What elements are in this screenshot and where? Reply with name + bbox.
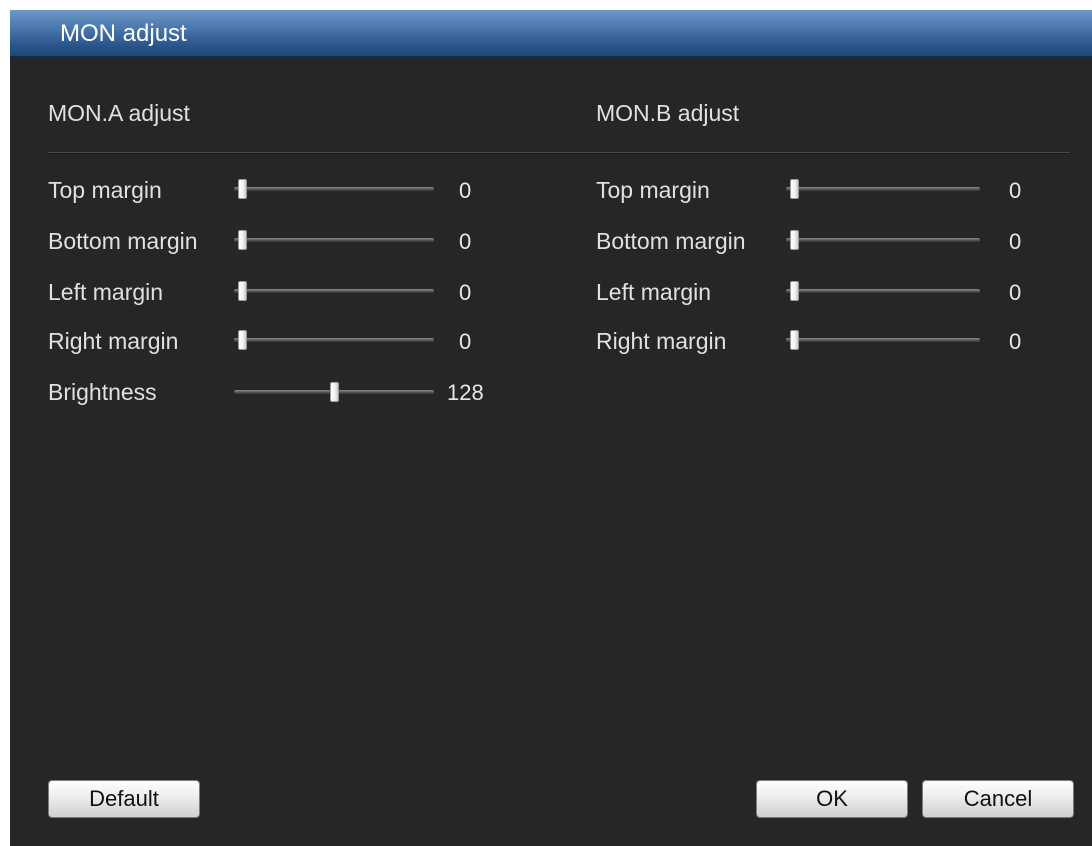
mon-b-heading: MON.B adjust bbox=[596, 100, 740, 126]
mon-a-brightness-slider[interactable] bbox=[234, 382, 434, 404]
mon-a-bottom-margin-label: Bottom margin bbox=[48, 228, 198, 254]
section-divider bbox=[48, 152, 1070, 154]
mon-b-right-margin-value: 0 bbox=[1009, 329, 1022, 354]
mon-b-left-margin-label: Left margin bbox=[596, 279, 712, 305]
mon-b-right-margin-label: Right margin bbox=[596, 328, 727, 354]
mon-a-bottom-margin-value: 0 bbox=[459, 229, 472, 254]
mon-a-brightness-value: 128 bbox=[447, 380, 484, 405]
slider-track bbox=[234, 187, 434, 191]
mon-b-left-margin-slider[interactable] bbox=[786, 281, 980, 303]
slider-thumb[interactable] bbox=[790, 330, 799, 350]
cancel-button[interactable]: Cancel bbox=[922, 780, 1074, 818]
mon-a-left-margin-value: 0 bbox=[459, 280, 472, 305]
mon-b-bottom-margin-slider[interactable] bbox=[786, 230, 980, 252]
slider-thumb[interactable] bbox=[790, 179, 799, 199]
mon-a-right-margin-label: Right margin bbox=[48, 328, 179, 354]
mon-a-top-margin-label: Top margin bbox=[48, 177, 162, 203]
slider-thumb[interactable] bbox=[790, 230, 799, 250]
mon-b-bottom-margin-label: Bottom margin bbox=[596, 228, 746, 254]
slider-thumb[interactable] bbox=[238, 281, 247, 301]
slider-track bbox=[234, 238, 434, 242]
mon-b-top-margin-value: 0 bbox=[1009, 178, 1022, 203]
mon-a-bottom-margin-slider[interactable] bbox=[234, 230, 434, 252]
mon-a-left-margin-label: Left margin bbox=[48, 279, 164, 305]
mon-b-left-margin-value: 0 bbox=[1009, 280, 1022, 305]
mon-a-heading: MON.A adjust bbox=[48, 100, 190, 126]
slider-thumb[interactable] bbox=[790, 281, 799, 301]
title-bar: MON adjust bbox=[10, 10, 1092, 57]
mon-a-top-margin-value: 0 bbox=[459, 178, 472, 203]
mon-a-right-margin-value: 0 bbox=[459, 329, 472, 354]
slider-track bbox=[234, 338, 434, 342]
mon-a-brightness-label: Brightness bbox=[48, 379, 157, 405]
mon-a-top-margin-slider[interactable] bbox=[234, 179, 434, 201]
slider-thumb[interactable] bbox=[330, 382, 339, 402]
dialog-title: MON adjust bbox=[60, 20, 187, 47]
mon-adjust-dialog: MON adjust MON.A adjust MON.B adjust Top… bbox=[10, 10, 1092, 846]
mon-b-top-margin-slider[interactable] bbox=[786, 179, 980, 201]
mon-b-bottom-margin-value: 0 bbox=[1009, 229, 1022, 254]
default-button[interactable]: Default bbox=[48, 780, 200, 818]
slider-track bbox=[786, 289, 980, 293]
slider-thumb[interactable] bbox=[238, 230, 247, 250]
slider-thumb[interactable] bbox=[238, 330, 247, 350]
slider-track bbox=[786, 338, 980, 342]
slider-track bbox=[786, 187, 980, 191]
mon-a-right-margin-slider[interactable] bbox=[234, 330, 434, 352]
mon-b-right-margin-slider[interactable] bbox=[786, 330, 980, 352]
slider-thumb[interactable] bbox=[238, 179, 247, 199]
slider-track bbox=[234, 289, 434, 293]
slider-track bbox=[786, 238, 980, 242]
mon-b-top-margin-label: Top margin bbox=[596, 177, 710, 203]
mon-a-left-margin-slider[interactable] bbox=[234, 281, 434, 303]
ok-button[interactable]: OK bbox=[756, 780, 908, 818]
